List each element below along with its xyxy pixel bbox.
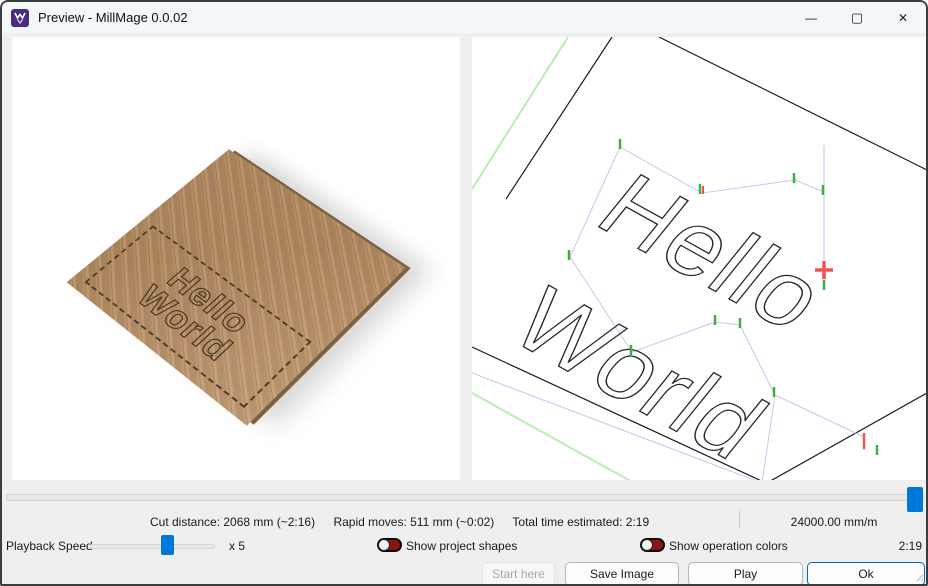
resize-grip-icon[interactable]: [914, 572, 924, 582]
sheet-edge: [765, 393, 927, 480]
machine-boundary-line: [472, 37, 568, 189]
preview-dialog: Preview - MillMage 0.0.02 — ▢ ✕ Hello Wo…: [0, 0, 928, 586]
window-controls: — ▢ ✕: [788, 2, 926, 33]
millmage-logo-icon: [11, 9, 29, 27]
toolpath-drawing: Hello World: [472, 37, 927, 480]
engraved-text: Hello World: [131, 260, 262, 366]
status-line: Cut distance: 2068 mm (~2:16) Rapid move…: [150, 515, 664, 529]
stock-3d-viewport[interactable]: Hello World: [12, 37, 460, 480]
close-icon[interactable]: ✕: [880, 2, 926, 33]
engraved-frame: Hello World: [85, 225, 312, 408]
cut-distance-text: Cut distance: 2068 mm (~2:16): [150, 515, 315, 529]
toolpath-text: Hello World: [493, 154, 848, 479]
start-here-button[interactable]: Start here: [482, 562, 555, 586]
maximize-icon[interactable]: ▢: [834, 2, 880, 33]
playback-speed-slider-handle[interactable]: [161, 535, 174, 555]
wood-stock: Hello World: [67, 149, 406, 425]
show-project-shapes-toggle[interactable]: [377, 538, 402, 552]
total-time-text: Total time estimated: 2:19: [512, 515, 649, 529]
ok-button[interactable]: Ok: [807, 562, 925, 586]
minimize-icon[interactable]: —: [788, 2, 834, 33]
toggle-knob: [378, 539, 390, 551]
toolpath-viewport[interactable]: Hello World: [472, 37, 927, 480]
sheet-edge: [506, 37, 612, 199]
timeline-slider-track[interactable]: [6, 494, 924, 501]
toggle-knob: [641, 539, 653, 551]
playback-speed-label: Playback Speed: [6, 539, 93, 553]
status-separator: [739, 511, 740, 528]
feed-rate-label: 24000.00 mm/m: [764, 515, 904, 529]
show-operation-colors-toggle[interactable]: [640, 538, 665, 552]
playback-speed-multiplier: x 5: [229, 539, 245, 553]
show-project-shapes-label: Show project shapes: [406, 539, 517, 553]
window-title: Preview - MillMage 0.0.02: [38, 10, 188, 25]
timeline-slider-handle[interactable]: [907, 487, 923, 512]
show-operation-colors-label: Show operation colors: [669, 539, 788, 553]
playback-speed-slider-track[interactable]: [90, 544, 215, 549]
play-button[interactable]: Play: [688, 562, 803, 586]
rapid-moves-text: Rapid moves: 511 mm (~0:02): [333, 515, 494, 529]
save-image-button[interactable]: Save Image: [565, 562, 679, 586]
titlebar: Preview - MillMage 0.0.02 — ▢ ✕: [2, 2, 926, 33]
sheet-edge: [659, 37, 927, 170]
playback-time-label: 2:19: [876, 539, 922, 553]
